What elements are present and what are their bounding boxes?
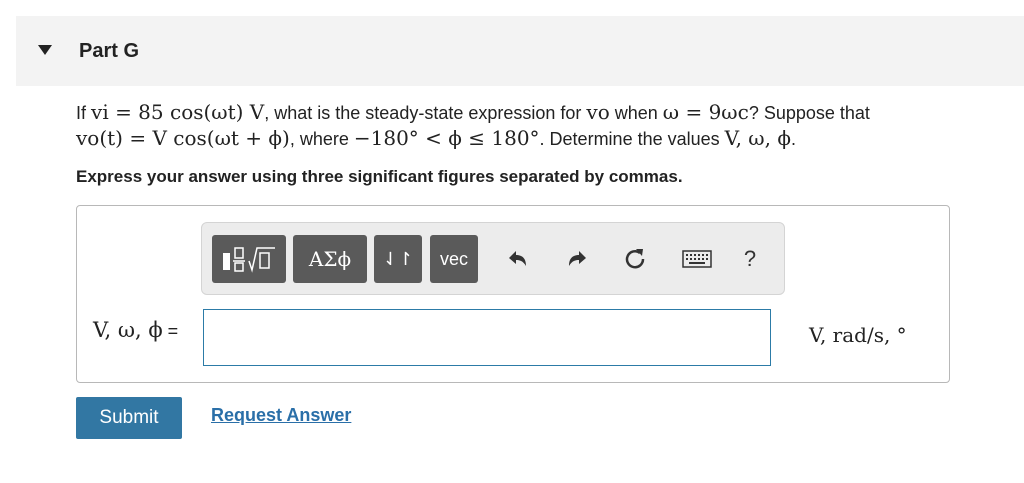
math-phi-range: −180° < ϕ ≤ 180° bbox=[353, 126, 540, 150]
answer-input[interactable] bbox=[203, 309, 771, 366]
question-text-part: , what is the steady-state expression fo… bbox=[264, 103, 587, 123]
answer-box: ΑΣϕ ⇃↾ vec ? V, ω, ϕ = V, rad/s, ° bbox=[76, 205, 950, 383]
math-omega: ω = 9ωc bbox=[662, 100, 749, 124]
collapse-caret-icon[interactable] bbox=[38, 45, 52, 55]
help-button[interactable]: ? bbox=[732, 235, 768, 283]
answer-variable-label: V, ω, ϕ = bbox=[93, 318, 178, 342]
question-text-part: If bbox=[76, 103, 92, 123]
part-title: Part G bbox=[79, 40, 140, 62]
greek-symbols-button[interactable]: ΑΣϕ bbox=[293, 235, 367, 283]
math-vo-t: vo(t) = V cos(ωt + ϕ) bbox=[76, 126, 290, 150]
reset-icon[interactable] bbox=[617, 235, 653, 283]
math-vi: vi = 85 cos(ωt) V bbox=[91, 100, 265, 124]
answer-units: V, rad/s, ° bbox=[809, 323, 907, 347]
question-text-part: . Determine the values bbox=[539, 129, 725, 149]
request-answer-link[interactable]: Request Answer bbox=[211, 405, 351, 426]
submit-button[interactable]: Submit bbox=[76, 397, 182, 439]
instruction-text: Express your answer using three signific… bbox=[76, 167, 683, 186]
templates-button[interactable] bbox=[212, 235, 286, 283]
math-values: V, ω, ϕ bbox=[724, 126, 791, 150]
vector-button[interactable]: vec bbox=[430, 235, 478, 283]
keyboard-icon[interactable] bbox=[677, 235, 717, 283]
arrows-button[interactable]: ⇃↾ bbox=[374, 235, 422, 283]
equals-sign: = bbox=[162, 321, 179, 341]
undo-icon[interactable] bbox=[500, 235, 536, 283]
templates-icon bbox=[223, 247, 275, 273]
question-text-part: ? Suppose that bbox=[748, 103, 870, 123]
question-text-part: , where bbox=[289, 129, 354, 149]
part-header[interactable]: Part G bbox=[16, 16, 1024, 86]
math-toolbar: ΑΣϕ ⇃↾ vec ? bbox=[201, 222, 785, 295]
question-text: If vi = 85 cos(ωt) V, what is the steady… bbox=[76, 100, 976, 152]
answer-variables: V, ω, ϕ bbox=[93, 318, 163, 342]
question-text-part: . bbox=[790, 129, 796, 149]
math-vo: vo bbox=[586, 100, 610, 124]
question-text-part: when bbox=[609, 103, 663, 123]
redo-icon[interactable] bbox=[559, 235, 595, 283]
